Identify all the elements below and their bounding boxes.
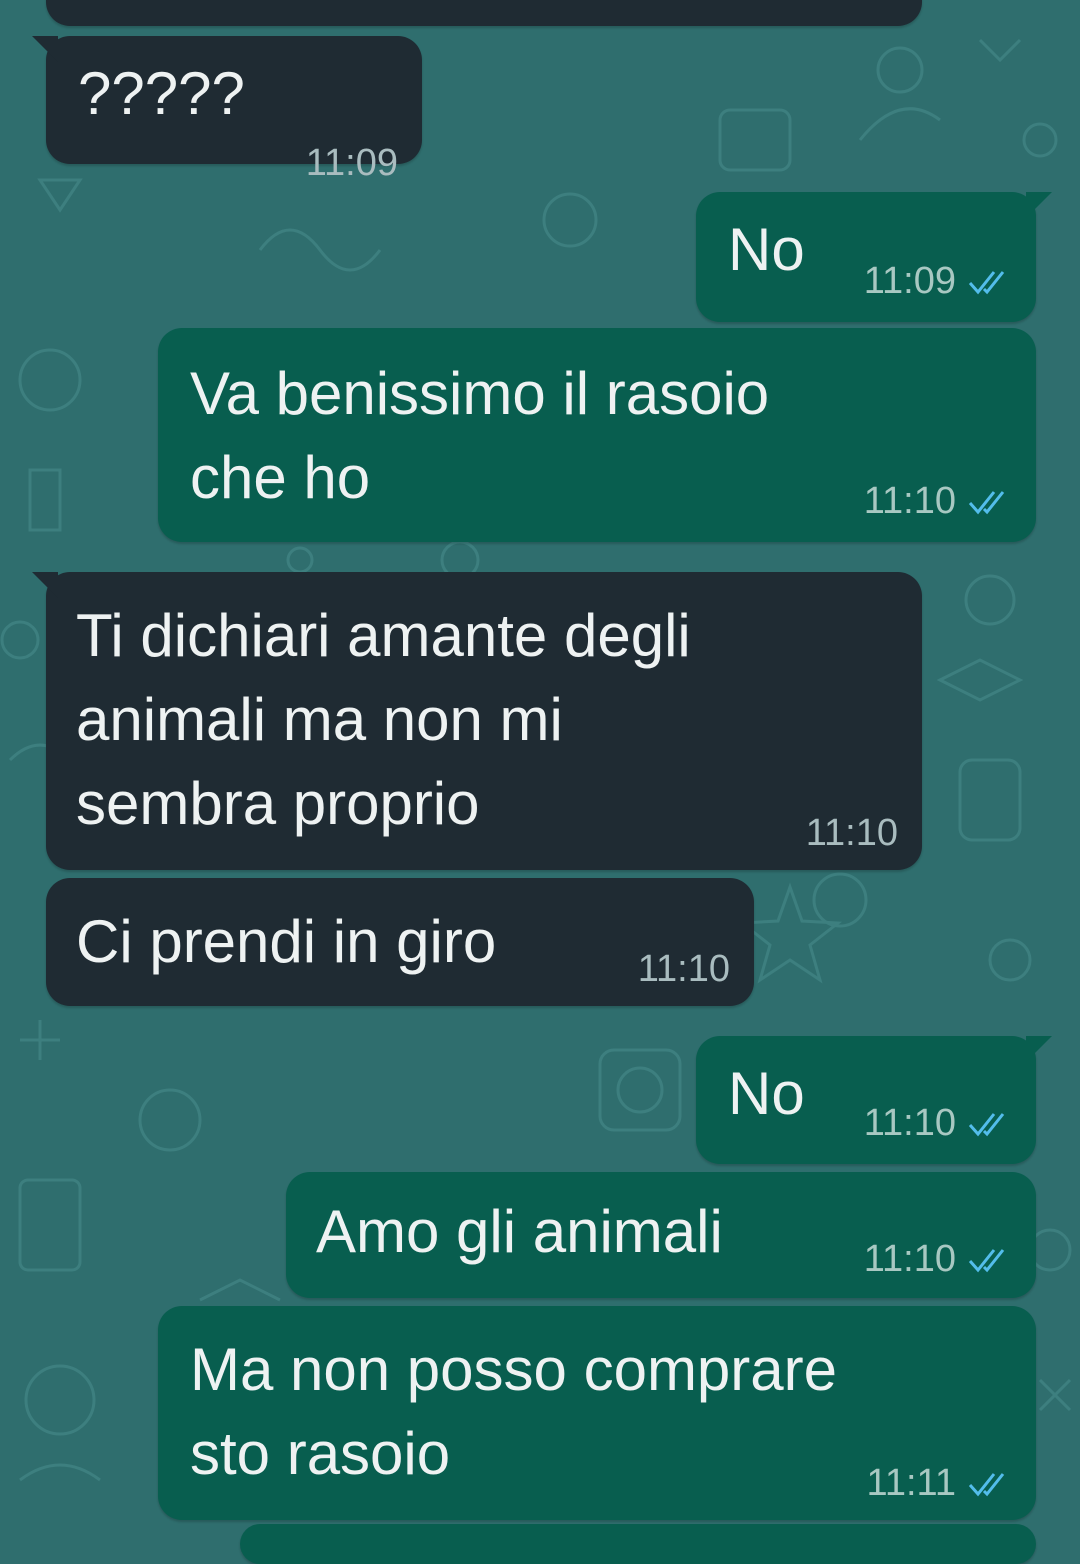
message-time: 11:09 — [306, 142, 398, 185]
bubble-tail — [1026, 1036, 1052, 1062]
message-time: 11:10 — [638, 948, 730, 991]
message-bubble-incoming[interactable]: Ti dichiari amante degli animali ma non … — [32, 572, 922, 870]
message-bubble-incoming[interactable]: Ci prendi in giro 11:10 — [46, 878, 754, 1006]
double-check-icon — [968, 490, 1005, 514]
message-time-label: 11:10 — [863, 1238, 956, 1280]
message-text: Va benissimo il rasoio che ho — [190, 360, 770, 511]
bubble-tail — [32, 36, 58, 62]
message-meta: 11:10 — [864, 1238, 1012, 1281]
double-check-icon — [968, 1112, 1005, 1136]
message-text: ????? — [78, 60, 245, 127]
message-text: Ti dichiari amante degli animali ma non … — [76, 602, 691, 837]
message-bubble-outgoing[interactable]: No 11:10 — [696, 1036, 1052, 1164]
message-time-label: 11:11 — [866, 1462, 956, 1504]
double-check-icon — [968, 1248, 1005, 1272]
message-meta: 11:09 — [864, 260, 1012, 303]
message-text: Ma non posso comprare sto rasoio — [190, 1336, 837, 1487]
message-text: No — [728, 216, 805, 283]
message-meta: 11:10 — [864, 480, 1012, 523]
message-bubble-outgoing[interactable]: Ma non posso comprare sto rasoio 11:11 — [158, 1306, 1036, 1520]
double-check-icon — [968, 1472, 1005, 1496]
message-time-label: 11:09 — [305, 142, 398, 184]
message-meta: 11:11 — [867, 1462, 1012, 1505]
message-time-label: 11:10 — [637, 948, 730, 990]
message-time-label: 11:10 — [805, 812, 898, 854]
message-text: Amo gli animali — [316, 1198, 723, 1265]
message-bubble-outgoing[interactable]: No 11:09 — [696, 192, 1052, 322]
message-bubble-incoming[interactable]: ????? 11:09 — [32, 36, 422, 184]
message-meta: 11:10 — [864, 1102, 1012, 1145]
message-bubble-outgoing-partial — [240, 1524, 1036, 1564]
bubble-tail — [32, 572, 58, 598]
bubble-tail — [1026, 192, 1052, 218]
message-time-label: 11:09 — [863, 260, 956, 302]
message-text: No — [728, 1060, 805, 1127]
message-text: Ci prendi in giro — [76, 908, 497, 975]
message-bubble-outgoing[interactable]: Va benissimo il rasoio che ho 11:10 — [158, 328, 1036, 542]
message-bubble-incoming-partial — [46, 0, 922, 26]
message-time-label: 11:10 — [863, 480, 956, 522]
message-time: 11:10 — [806, 812, 898, 855]
message-time-label: 11:10 — [863, 1102, 956, 1144]
message-bubble-outgoing[interactable]: Amo gli animali 11:10 — [286, 1172, 1036, 1298]
double-check-icon — [968, 270, 1005, 294]
